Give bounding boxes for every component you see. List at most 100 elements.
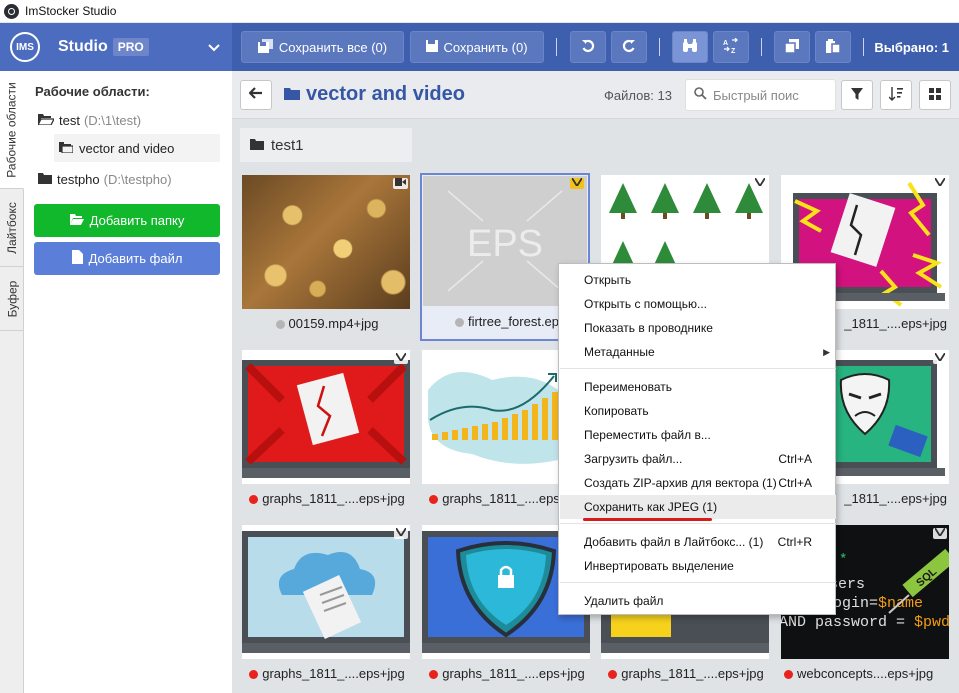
quick-search[interactable] <box>685 79 836 111</box>
menu-item-create-zip[interactable]: Создать ZIP-архив для вектора (1) Ctrl+A <box>560 471 836 495</box>
tab-buffer[interactable]: Буфер <box>0 267 24 331</box>
thumbnail-laptop-cloud <box>242 525 410 659</box>
group-label-text: test1 <box>271 136 304 154</box>
workspace-item-testpho[interactable]: testpho (D:\testpho) <box>38 168 172 190</box>
file-tile[interactable]: 00159.mp4+jpg <box>242 175 412 343</box>
tab-buffer-label: Буфер <box>5 280 20 317</box>
menu-item-label: Переместить файл в... <box>584 428 711 442</box>
vector-icon <box>933 177 947 189</box>
toolbar-divider <box>556 38 557 56</box>
tab-workspaces[interactable]: Рабочие области <box>0 71 24 189</box>
file-tile[interactable]: graphs_1811_....eps+jpg <box>242 350 412 518</box>
status-dot <box>429 495 439 504</box>
status-dot <box>249 495 259 504</box>
back-button[interactable] <box>240 80 272 110</box>
brand-logo: IMS <box>10 32 40 62</box>
status-dot <box>429 670 439 679</box>
sql-line-2a: ogin= <box>833 595 878 612</box>
copy-files-button[interactable] <box>774 31 810 63</box>
menu-separator <box>560 582 836 583</box>
menu-item-open[interactable]: Открыть <box>560 268 836 292</box>
filter-button[interactable] <box>841 80 873 110</box>
current-folder-title: vector and video <box>284 83 465 106</box>
menu-item-rename[interactable]: Переименовать <box>560 375 836 399</box>
file-name: graphs_1811_....eps+jpg <box>442 666 585 681</box>
add-folder-label: Добавить папку <box>89 213 185 228</box>
tab-lightbox[interactable]: Лайтбокс <box>0 189 24 267</box>
folder-icon <box>250 138 264 153</box>
status-dot <box>249 670 259 679</box>
file-name: graphs_1811_....eps+jpg <box>262 491 405 506</box>
folder-icon <box>284 85 300 105</box>
toolbar-divider <box>761 38 762 56</box>
vector-icon <box>394 527 408 539</box>
save-all-button[interactable]: Сохранить все (0) <box>241 31 404 63</box>
menu-item-label: Инвертировать выделение <box>584 559 734 573</box>
menu-item-label: Сохранить как JPEG (1) <box>584 500 718 514</box>
workspace-item-test[interactable]: test (D:\1\test) <box>36 109 141 131</box>
grid-view-button[interactable] <box>919 80 951 110</box>
menu-item-label: Добавить файл в Лайтбокс... (1) <box>584 535 764 549</box>
pro-badge: PRO <box>112 38 149 56</box>
file-icon <box>71 250 83 267</box>
arrow-left-icon <box>248 86 263 104</box>
sql-line-3b: $pwd" <box>914 614 949 631</box>
menu-item-open-with[interactable]: Открыть с помощью... <box>560 292 836 316</box>
workspace-subfolder-vector-and-video[interactable]: vector and video <box>54 134 220 162</box>
undo-button[interactable] <box>570 31 606 63</box>
workspace-name: test <box>59 112 80 128</box>
save-all-icon <box>257 38 274 56</box>
menu-item-upload-file[interactable]: Загрузить файл... Ctrl+A <box>560 447 836 471</box>
workspace-name: testpho <box>57 171 100 187</box>
find-button[interactable] <box>672 31 708 63</box>
menu-item-label: Метаданные <box>584 345 655 359</box>
submenu-arrow-icon: ▶ <box>823 346 830 357</box>
menu-item-add-to-lightbox[interactable]: Добавить файл в Лайтбокс... (1) Ctrl+R <box>560 530 836 554</box>
menu-item-copy[interactable]: Копировать <box>560 399 836 423</box>
tile-caption: graphs_1811_....eps+jpg <box>601 666 771 681</box>
file-tile[interactable]: graphs_1811_....eps+jpg <box>242 525 412 693</box>
tile-caption: graphs_1811_....eps+jpg <box>422 666 592 681</box>
app-icon <box>4 3 19 19</box>
menu-item-label: Показать в проводнике <box>584 321 713 335</box>
search-icon <box>694 87 707 103</box>
eps-label: EPS <box>467 223 543 265</box>
red-underline-annotation <box>583 518 712 521</box>
menu-item-label: Копировать <box>584 404 649 418</box>
menu-item-label: Открыть с помощью... <box>584 297 708 311</box>
redo-button[interactable] <box>611 31 647 63</box>
folder-icon <box>38 172 52 187</box>
menu-item-save-as-jpeg[interactable]: Сохранить как JPEG (1) <box>560 495 836 519</box>
add-folder-button[interactable]: Добавить папку <box>34 204 220 237</box>
sort-az-button[interactable]: AZ <box>713 31 749 63</box>
chevron-down-icon[interactable] <box>208 39 220 55</box>
add-file-label: Добавить файл <box>88 251 183 266</box>
menu-item-delete-file[interactable]: Удалить файл <box>560 589 836 613</box>
paste-icon <box>826 38 841 56</box>
vector-icon <box>753 177 767 189</box>
thumbnail-laptop-red-doc <box>242 350 410 484</box>
sort-button[interactable] <box>880 80 912 110</box>
copy-icon <box>784 38 799 56</box>
tile-caption: graphs_1811_....eps+jpg <box>242 666 412 681</box>
header-toolbar: IMS Studio PRO Сохранить все (0) Сохрани… <box>0 23 959 71</box>
search-input[interactable] <box>713 87 828 103</box>
menu-item-move-file[interactable]: Переместить файл в... <box>560 423 836 447</box>
toolbar-divider <box>659 38 660 56</box>
brand-switcher[interactable]: IMS Studio PRO <box>0 23 232 71</box>
menu-item-invert-selection[interactable]: Инвертировать выделение <box>560 554 836 578</box>
add-file-button[interactable]: Добавить файл <box>34 242 220 275</box>
file-name: firtree_forest.ep <box>467 314 560 329</box>
menu-item-show-in-explorer[interactable]: Показать в проводнике <box>560 316 836 340</box>
paste-files-button[interactable] <box>815 31 851 63</box>
filter-icon <box>851 87 863 103</box>
menu-item-metadata[interactable]: Метаданные ▶ <box>560 340 836 364</box>
file-name: webconcepts....eps+jpg <box>797 666 934 681</box>
undo-icon <box>581 39 595 56</box>
tile-caption: graphs_1811_....eps+jpg <box>242 491 412 506</box>
svg-text:Z: Z <box>731 48 736 54</box>
tile-caption: webconcepts....eps+jpg <box>781 666 951 681</box>
menu-item-shortcut: Ctrl+R <box>777 535 812 549</box>
save-button[interactable]: Сохранить (0) <box>410 31 544 63</box>
svg-text:A: A <box>723 40 728 47</box>
